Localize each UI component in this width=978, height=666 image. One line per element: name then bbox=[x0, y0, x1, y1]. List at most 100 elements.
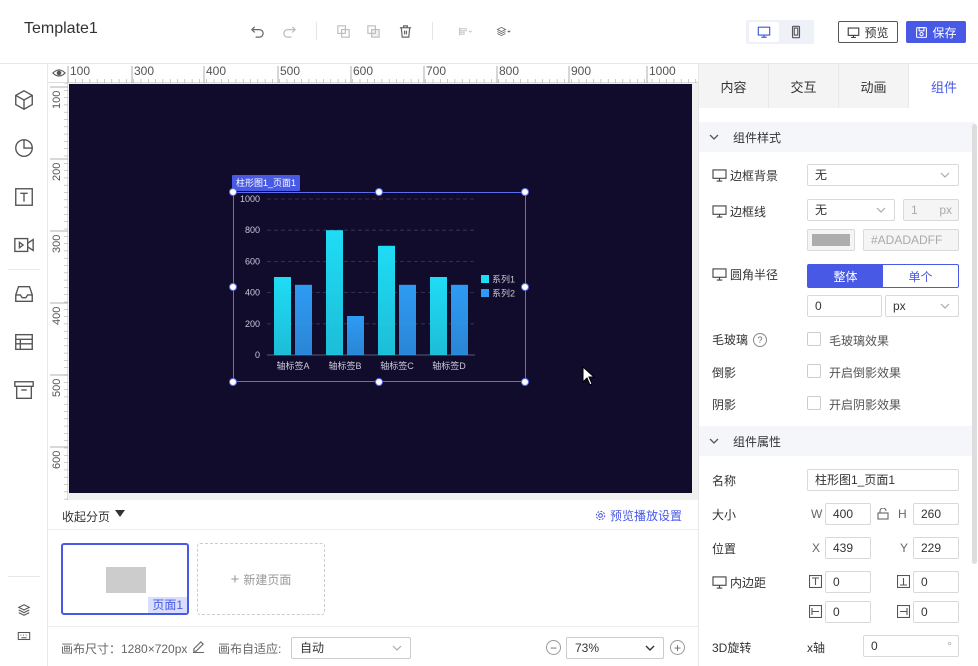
tab-animation[interactable]: 动画 bbox=[839, 64, 909, 108]
desktop-view-button[interactable] bbox=[749, 22, 779, 42]
y-letter: Y bbox=[900, 541, 909, 555]
padding-right-icon bbox=[897, 605, 910, 618]
border-bg-text: 边框背景 bbox=[730, 169, 779, 183]
paste-icon[interactable] bbox=[364, 22, 382, 40]
glass-checkbox-label: 毛玻璃效果 bbox=[829, 334, 890, 348]
padding-left-input[interactable]: 0 bbox=[825, 601, 871, 623]
undo-icon[interactable] bbox=[248, 22, 266, 40]
size-label: 大小 bbox=[712, 508, 737, 522]
ruler-horizontal: 100 300 400 500 600 700 800 900 1000 bbox=[48, 64, 698, 83]
preview-button[interactable]: 预览 bbox=[838, 21, 898, 43]
resize-handle[interactable] bbox=[521, 378, 529, 386]
padding-right-input[interactable]: 0 bbox=[913, 601, 959, 623]
bar-系列2 bbox=[399, 284, 416, 355]
padding-bottom-input[interactable]: 0 bbox=[913, 571, 959, 593]
zoom-in-button[interactable]: + bbox=[670, 640, 685, 655]
inbox-icon[interactable] bbox=[12, 282, 36, 306]
pie-chart-icon[interactable] bbox=[12, 136, 36, 160]
radius-whole-button[interactable]: 整体 bbox=[808, 265, 883, 287]
cube-icon[interactable] bbox=[12, 88, 36, 112]
radius-unit-select[interactable]: px bbox=[885, 295, 959, 317]
resize-handle[interactable] bbox=[229, 188, 237, 196]
name-input[interactable]: 柱形图1_页面1 bbox=[807, 469, 959, 491]
page-thumbnail[interactable]: 页面1 bbox=[61, 543, 189, 615]
canvas-size-text: 画布尺寸：1280×720px bbox=[61, 642, 188, 656]
y-tick-label: 200 bbox=[245, 319, 260, 329]
pages-list: 页面1 + 新建页面 bbox=[48, 531, 698, 626]
bar-系列1 bbox=[274, 277, 291, 355]
reflection-checkbox[interactable] bbox=[807, 364, 821, 378]
layers-panel-icon[interactable] bbox=[12, 598, 36, 622]
align-icon[interactable] bbox=[452, 22, 478, 40]
border-line-select[interactable]: 无 bbox=[807, 199, 895, 221]
bar-系列2 bbox=[451, 284, 468, 355]
y-tick-label: 400 bbox=[245, 288, 260, 298]
mobile-view-button[interactable] bbox=[781, 22, 811, 42]
play-settings-link[interactable]: 预览播放设置 bbox=[595, 507, 682, 524]
radius-input[interactable]: 0 bbox=[807, 295, 882, 317]
text-icon[interactable] bbox=[12, 185, 36, 209]
lock-icon[interactable] bbox=[877, 508, 889, 520]
y-input[interactable]: 229 bbox=[913, 537, 959, 559]
ruler-label: 600 bbox=[353, 64, 373, 78]
resize-handle[interactable] bbox=[375, 188, 383, 196]
resize-handle[interactable] bbox=[229, 283, 237, 291]
copy-icon[interactable] bbox=[334, 22, 352, 40]
padding-top-input[interactable]: 0 bbox=[825, 571, 871, 593]
border-bg-select[interactable]: 无 bbox=[807, 164, 959, 186]
ruler-label: 100 bbox=[70, 64, 90, 78]
video-icon[interactable] bbox=[12, 233, 36, 257]
redo-icon[interactable] bbox=[280, 22, 298, 40]
resize-handle[interactable] bbox=[375, 378, 383, 386]
border-width-input[interactable]: 1 px bbox=[903, 199, 959, 221]
collapse-pages-button[interactable]: 收起分页 bbox=[62, 508, 110, 525]
legend-swatch bbox=[481, 289, 489, 297]
canvas-adapt-select[interactable]: 自动 bbox=[291, 637, 411, 659]
bar-系列2 bbox=[347, 316, 364, 355]
shadow-checkbox[interactable] bbox=[807, 396, 821, 410]
layers-icon[interactable] bbox=[490, 22, 516, 40]
trash-icon[interactable] bbox=[396, 22, 414, 40]
new-page-label: 新建页面 bbox=[243, 572, 292, 587]
table-icon[interactable] bbox=[12, 330, 36, 354]
keyboard-icon[interactable] bbox=[12, 624, 36, 648]
style-section-title: 组件样式 bbox=[733, 130, 782, 145]
caret-down-icon[interactable] bbox=[115, 510, 125, 517]
tab-content[interactable]: 内容 bbox=[699, 64, 769, 108]
height-input[interactable]: 260 bbox=[913, 503, 959, 525]
resize-handle[interactable] bbox=[229, 378, 237, 386]
border-line-text: 边框线 bbox=[730, 205, 767, 219]
zoom-select[interactable]: 73% bbox=[566, 637, 664, 659]
eye-icon[interactable] bbox=[52, 67, 66, 79]
radius-single-button[interactable]: 单个 bbox=[883, 265, 958, 287]
props-section-header[interactable]: 组件属性 bbox=[699, 426, 975, 456]
tab-component[interactable]: 组件 bbox=[909, 64, 978, 108]
tab-interaction[interactable]: 交互 bbox=[769, 64, 839, 108]
padding-bottom-icon bbox=[897, 575, 910, 588]
radius-label: 圆角半径 bbox=[712, 266, 778, 283]
help-icon[interactable]: ? bbox=[753, 332, 768, 347]
rotate-x-input[interactable]: 0 ° bbox=[863, 635, 959, 657]
new-page-button[interactable]: + 新建页面 bbox=[197, 543, 325, 615]
left-sidebar bbox=[0, 64, 48, 666]
border-color-hex-input[interactable]: #ADADADFF bbox=[863, 229, 959, 251]
position-label: 位置 bbox=[712, 542, 737, 556]
glass-checkbox[interactable] bbox=[807, 332, 821, 346]
width-input[interactable]: 400 bbox=[825, 503, 871, 525]
x-input[interactable]: 439 bbox=[825, 537, 871, 559]
style-section-header[interactable]: 组件样式 bbox=[699, 122, 975, 152]
shadow-checkbox-label: 开启阴影效果 bbox=[829, 398, 902, 412]
save-button[interactable]: 保存 bbox=[906, 21, 966, 43]
zoom-out-button[interactable]: − bbox=[546, 640, 561, 655]
archive-icon[interactable] bbox=[12, 378, 36, 402]
padding-text: 内边距 bbox=[730, 576, 767, 590]
border-color-swatch[interactable] bbox=[807, 229, 855, 251]
resize-handle[interactable] bbox=[521, 283, 529, 291]
x-tick-label: 轴标签D bbox=[432, 360, 466, 371]
edit-icon[interactable] bbox=[192, 640, 205, 653]
chevron-down-icon bbox=[940, 303, 950, 309]
gear-icon bbox=[595, 510, 606, 521]
page-thumbnail-label: 页面1 bbox=[148, 597, 187, 613]
resize-handle[interactable] bbox=[521, 188, 529, 196]
panel-scrollbar[interactable] bbox=[972, 124, 977, 564]
